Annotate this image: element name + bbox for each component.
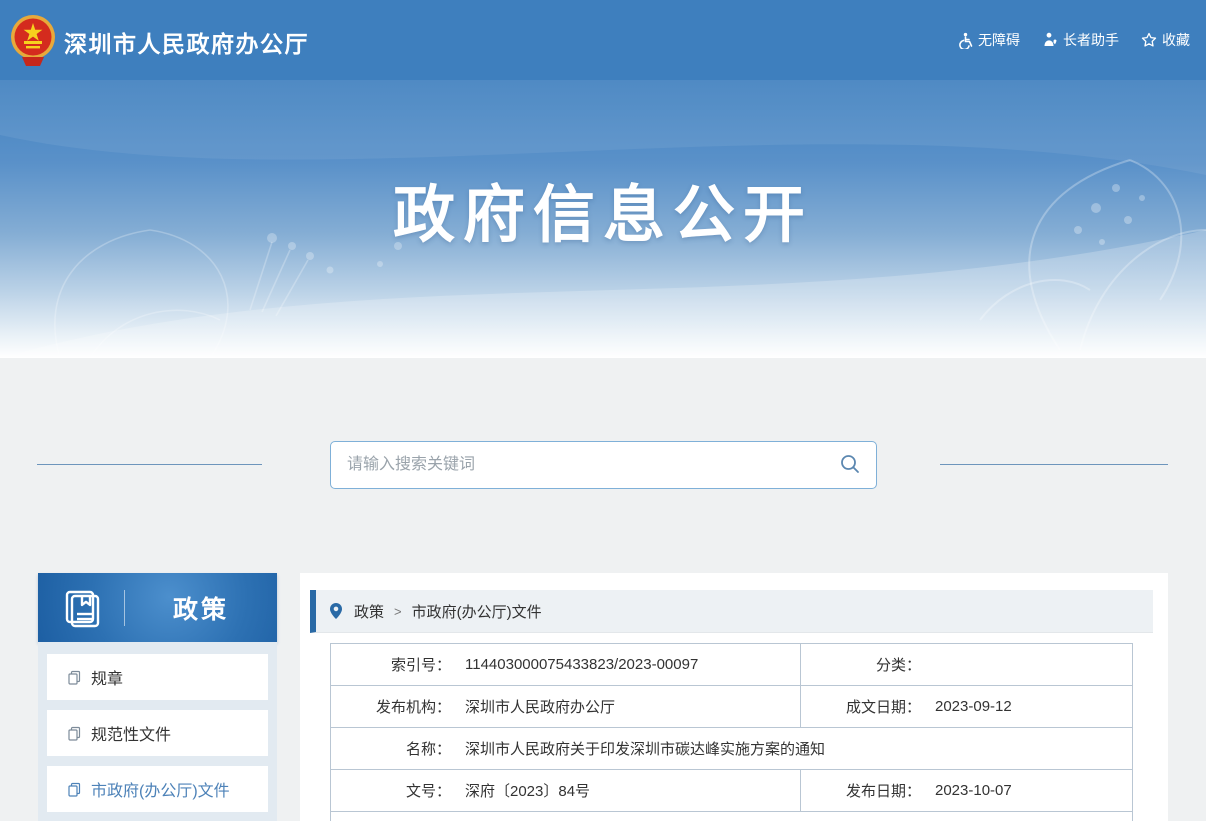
sidebar-header: 政策 [38, 573, 277, 642]
accessibility-icon [956, 32, 973, 49]
header-links: 无障碍 长者助手 收藏 [956, 0, 1190, 80]
page: 深圳市人民政府办公厅 无障碍 [0, 0, 1206, 821]
elder-helper-link[interactable]: 长者助手 [1042, 30, 1119, 50]
breadcrumb-separator: > [394, 604, 402, 619]
empty-cell [331, 812, 1132, 821]
breadcrumb-item-policy[interactable]: 政策 [354, 601, 384, 622]
table-row [331, 812, 1132, 821]
sidebar-item-label: 市政府(办公厅)文件 [91, 777, 230, 801]
document-number-cell: 文号： 深府〔2023〕84号 [331, 770, 800, 811]
search-button[interactable] [824, 442, 876, 488]
index-number-cell: 索引号： 114403000075433823/2023-00097 [331, 644, 800, 685]
issuing-agency-label: 发布机构： [331, 696, 451, 717]
document-icon [67, 782, 82, 797]
content-area: 政策 规章 规范性文件 [0, 358, 1206, 821]
issuing-agency-value: 深圳市人民政府办公厅 [465, 696, 615, 717]
document-name-value: 深圳市人民政府关于印发深圳市碳达峰实施方案的通知 [465, 738, 825, 759]
document-number-value: 深府〔2023〕84号 [465, 780, 590, 801]
table-row: 发布机构： 深圳市人民政府办公厅 成文日期： 2023-09-12 [331, 686, 1132, 728]
national-emblem-logo [8, 13, 58, 67]
sidebar-menu: 规章 规范性文件 市政府(办公厅)文件 [38, 642, 277, 821]
book-icon [38, 587, 124, 629]
search-divider-left [37, 464, 262, 465]
location-pin-icon [328, 602, 344, 620]
banner: 政府信息公开 [0, 80, 1206, 358]
sidebar-title: 政策 [125, 590, 277, 626]
search-divider-right [940, 464, 1168, 465]
main-panel: 政策 > 市政府(办公厅)文件 索引号： 114403000075433823/… [300, 573, 1168, 821]
sidebar-item-label: 规章 [91, 665, 123, 689]
elder-helper-label: 长者助手 [1063, 30, 1119, 50]
index-number-label: 索引号： [331, 654, 451, 675]
category-label: 分类： [801, 654, 921, 675]
elder-icon [1042, 32, 1058, 48]
document-number-label: 文号： [331, 780, 451, 801]
search-icon [839, 453, 861, 478]
sidebar-item-label: 规范性文件 [91, 721, 171, 745]
publish-date-label: 发布日期： [801, 780, 921, 801]
site-title: 深圳市人民政府办公厅 [64, 25, 309, 59]
sidebar-item-normative-docs[interactable]: 规范性文件 [47, 710, 268, 756]
breadcrumb-item-current[interactable]: 市政府(办公厅)文件 [412, 601, 542, 622]
document-name-cell: 名称： 深圳市人民政府关于印发深圳市碳达峰实施方案的通知 [331, 728, 1132, 769]
document-name-label: 名称： [331, 738, 451, 759]
publish-date-cell: 发布日期： 2023-10-07 [800, 770, 1132, 811]
table-row: 名称： 深圳市人民政府关于印发深圳市碳达峰实施方案的通知 [331, 728, 1132, 770]
table-row: 索引号： 114403000075433823/2023-00097 分类： [331, 644, 1132, 686]
category-cell: 分类： [800, 644, 1132, 685]
page-title: 政府信息公开 [0, 164, 1206, 254]
publish-date-value: 2023-10-07 [935, 782, 1012, 799]
sidebar-item-rules[interactable]: 规章 [47, 654, 268, 700]
accessibility-label: 无障碍 [978, 30, 1020, 50]
written-date-cell: 成文日期： 2023-09-12 [800, 686, 1132, 727]
index-number-value: 114403000075433823/2023-00097 [465, 656, 698, 673]
search-input[interactable] [331, 443, 824, 487]
breadcrumb: 政策 > 市政府(办公厅)文件 [310, 590, 1153, 633]
top-header-bar: 深圳市人民政府办公厅 无障碍 [0, 0, 1206, 80]
star-icon [1141, 32, 1157, 48]
issuing-agency-cell: 发布机构： 深圳市人民政府办公厅 [331, 686, 800, 727]
written-date-label: 成文日期： [801, 696, 921, 717]
document-icon [67, 670, 82, 685]
accessibility-link[interactable]: 无障碍 [956, 30, 1020, 50]
sidebar-item-city-gov-docs[interactable]: 市政府(办公厅)文件 [47, 766, 268, 812]
table-row: 文号： 深府〔2023〕84号 发布日期： 2023-10-07 [331, 770, 1132, 812]
written-date-value: 2023-09-12 [935, 698, 1012, 715]
document-icon [67, 726, 82, 741]
favorite-label: 收藏 [1162, 30, 1190, 50]
document-meta-table: 索引号： 114403000075433823/2023-00097 分类： 发… [330, 643, 1133, 821]
search-box [330, 441, 877, 489]
favorite-link[interactable]: 收藏 [1141, 30, 1190, 50]
